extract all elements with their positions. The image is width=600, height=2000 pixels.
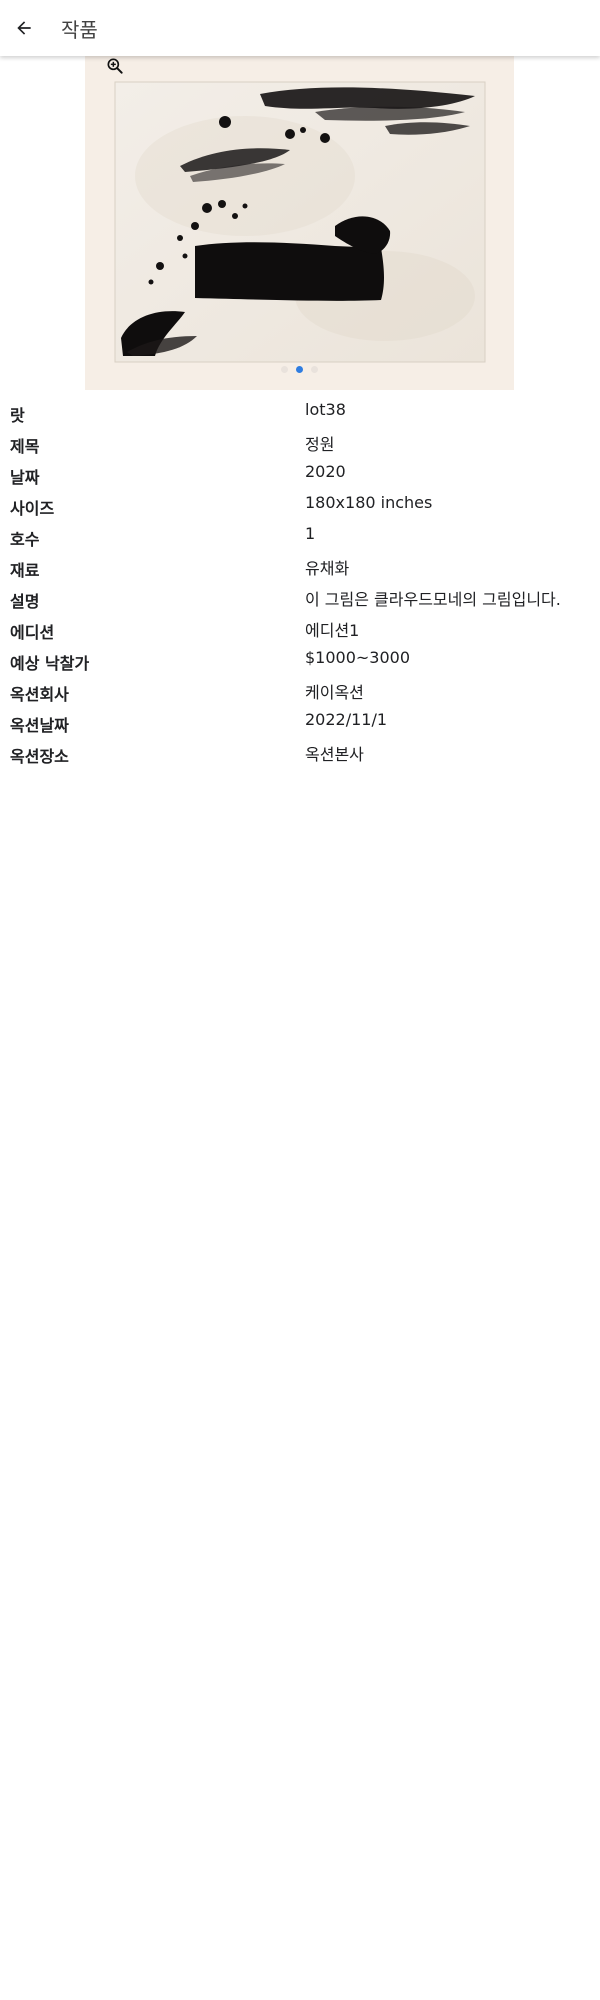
arrow-left-icon bbox=[17, 21, 31, 35]
detail-label: 옥션날짜 bbox=[10, 716, 69, 735]
carousel-indicators bbox=[85, 366, 514, 373]
detail-row-title: 제목 정원 bbox=[0, 429, 600, 460]
detail-label: 예상 낙찰가 bbox=[10, 654, 90, 673]
detail-label: 재료 bbox=[10, 561, 40, 580]
detail-label: 에디션 bbox=[10, 623, 55, 642]
detail-label: 옥션회사 bbox=[10, 685, 69, 704]
detail-row-lot: 랏 lot38 bbox=[0, 398, 600, 429]
detail-row-description: 설명 이 그림은 클라우드모네의 그림입니다. bbox=[0, 584, 600, 615]
detail-label: 날짜 bbox=[10, 468, 40, 487]
detail-row-auction-date: 옥션날짜 2022/11/1 bbox=[0, 708, 600, 739]
detail-value: 유채화 bbox=[305, 559, 350, 578]
detail-row-number: 호수 1 bbox=[0, 522, 600, 553]
detail-row-date: 날짜 2020 bbox=[0, 460, 600, 491]
detail-value: 이 그림은 클라우드모네의 그림입니다. bbox=[305, 590, 561, 609]
app-bar: 작품 bbox=[0, 0, 600, 56]
detail-label: 제목 bbox=[10, 437, 40, 456]
detail-row-auction-house: 옥션회사 케이옥션 bbox=[0, 677, 600, 708]
artwork-details: 랏 lot38 제목 정원 날짜 2020 사이즈 180x180 inches… bbox=[0, 398, 600, 770]
detail-label: 랏 bbox=[10, 406, 25, 425]
detail-value: lot38 bbox=[305, 400, 346, 419]
detail-row-auction-place: 옥션장소 옥션본사 bbox=[0, 739, 600, 770]
detail-value: 에디션1 bbox=[305, 621, 360, 640]
detail-value: 2020 bbox=[305, 462, 346, 481]
detail-value: 정원 bbox=[305, 435, 335, 454]
detail-row-edition: 에디션 에디션1 bbox=[0, 615, 600, 646]
detail-value: 케이옥션 bbox=[305, 683, 364, 702]
detail-row-material: 재료 유채화 bbox=[0, 553, 600, 584]
detail-label: 옥션장소 bbox=[10, 747, 69, 766]
detail-value: $1000~3000 bbox=[305, 648, 411, 667]
carousel-dot[interactable] bbox=[281, 366, 288, 373]
zoom-in-icon bbox=[107, 58, 123, 74]
page-title: 작품 bbox=[61, 17, 98, 42]
detail-label: 설명 bbox=[10, 592, 40, 611]
detail-value: 2022/11/1 bbox=[305, 710, 388, 729]
detail-value: 옥션본사 bbox=[305, 745, 364, 764]
zoom-button[interactable] bbox=[105, 56, 125, 76]
detail-row-size: 사이즈 180x180 inches bbox=[0, 491, 600, 522]
detail-row-estimate: 예상 낙찰가 $1000~3000 bbox=[0, 646, 600, 677]
artwork-carousel[interactable] bbox=[85, 56, 514, 390]
detail-value: 1 bbox=[305, 524, 316, 543]
detail-label: 사이즈 bbox=[10, 499, 55, 518]
carousel-dot-active[interactable] bbox=[296, 366, 303, 373]
artwork-image bbox=[85, 56, 514, 390]
carousel-dot[interactable] bbox=[311, 366, 318, 373]
detail-value: 180x180 inches bbox=[305, 493, 433, 512]
back-button[interactable] bbox=[12, 16, 36, 40]
detail-label: 호수 bbox=[10, 530, 40, 549]
